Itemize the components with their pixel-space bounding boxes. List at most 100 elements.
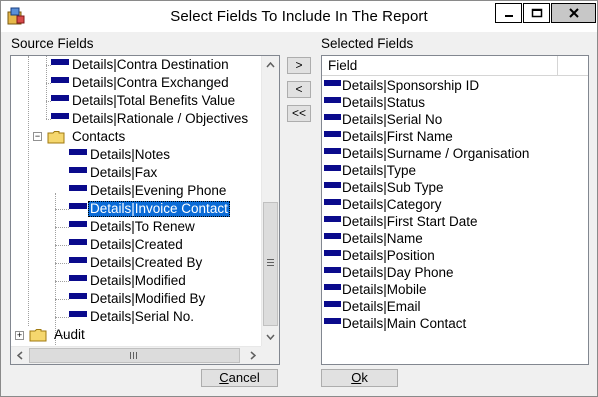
tree-item[interactable]: Details|Contra Destination xyxy=(51,56,231,74)
field-icon xyxy=(69,221,87,227)
tree-item[interactable]: Details|Fax xyxy=(69,164,159,182)
field-icon xyxy=(51,113,69,119)
maximize-button[interactable] xyxy=(523,3,550,23)
field-icon xyxy=(51,77,69,83)
field-icon xyxy=(324,164,341,171)
tree-folder-contacts[interactable]: Contacts xyxy=(47,128,127,146)
tree-item[interactable]: Details|Total Benefits Value xyxy=(51,92,237,110)
field-icon xyxy=(324,317,341,324)
field-icon xyxy=(324,215,341,222)
cancel-button[interactable]: Cancel xyxy=(201,369,278,387)
selected-fields-list[interactable]: Field Details|Sponsorship ID Details|Sta… xyxy=(321,55,589,365)
field-icon xyxy=(324,249,341,256)
remove-all-fields-button[interactable]: << xyxy=(287,105,311,122)
tree-line xyxy=(55,227,69,228)
horizontal-scroll-thumb[interactable] xyxy=(29,348,240,363)
remove-field-button[interactable]: < xyxy=(287,81,311,98)
report-fields-dialog: Select Fields To Include In The Report S… xyxy=(0,0,598,397)
grip-icon xyxy=(267,259,274,266)
tree-item[interactable]: Details|Modified xyxy=(69,272,188,290)
source-fields-label: Source Fields xyxy=(11,36,94,51)
chevron-down-icon xyxy=(266,334,275,340)
grip-icon xyxy=(130,352,137,359)
tree-horizontal-scrollbar[interactable] xyxy=(11,346,262,364)
close-icon xyxy=(568,8,579,18)
selected-fields-label: Selected Fields xyxy=(321,36,414,51)
field-icon xyxy=(69,149,87,155)
list-item[interactable]: Details|Sub Type xyxy=(324,179,444,196)
tree-line xyxy=(28,56,29,326)
tree-item[interactable]: Details|Contra Exchanged xyxy=(51,74,231,92)
field-icon xyxy=(69,203,87,209)
field-icon xyxy=(324,130,341,137)
tree-item[interactable]: Details|Created xyxy=(69,236,185,254)
maximize-icon xyxy=(531,8,542,18)
scroll-up-arrow[interactable] xyxy=(262,56,279,73)
ok-button[interactable]: Ok xyxy=(321,369,398,387)
source-fields-tree[interactable]: Details|Contra Destination Details|Contr… xyxy=(10,55,280,365)
list-item[interactable]: Details|Email xyxy=(324,298,421,315)
column-header-field[interactable]: Field xyxy=(322,56,558,76)
tree-item[interactable]: Details|To Renew xyxy=(69,218,197,236)
field-icon xyxy=(324,300,341,307)
list-item[interactable]: Details|Position xyxy=(324,247,435,264)
tree-line xyxy=(55,317,69,318)
tree-line xyxy=(55,263,69,264)
tree-item[interactable]: Details|Notes xyxy=(69,146,172,164)
expand-audit-toggle[interactable]: + xyxy=(15,331,24,340)
add-field-button[interactable]: > xyxy=(287,57,311,74)
field-icon xyxy=(324,181,341,188)
field-icon xyxy=(69,257,87,263)
field-icon xyxy=(69,185,87,191)
list-item[interactable]: Details|Type xyxy=(324,162,416,179)
column-header-empty xyxy=(558,56,588,76)
tree-item[interactable]: Details|Serial No. xyxy=(69,308,196,326)
list-item[interactable]: Details|First Name xyxy=(324,128,453,145)
list-item[interactable]: Details|Name xyxy=(324,230,423,247)
field-icon xyxy=(324,96,341,103)
list-item[interactable]: Details|Surname / Organisation xyxy=(324,145,529,162)
tree-item[interactable]: Details|Rationale / Objectives xyxy=(51,110,250,128)
scroll-left-arrow[interactable] xyxy=(11,347,28,364)
list-item[interactable]: Details|Sponsorship ID xyxy=(324,77,479,94)
close-button[interactable] xyxy=(551,3,596,23)
tree-vertical-scrollbar[interactable] xyxy=(261,56,279,346)
field-icon xyxy=(324,198,341,205)
list-item[interactable]: Details|Mobile xyxy=(324,281,427,298)
scroll-corner xyxy=(261,346,279,364)
scroll-down-arrow[interactable] xyxy=(262,328,279,345)
tree-item-selected[interactable]: Details|Invoice Contact xyxy=(69,200,230,218)
scroll-right-arrow[interactable] xyxy=(244,347,261,364)
list-item[interactable]: Details|Category xyxy=(324,196,442,213)
field-icon xyxy=(69,293,87,299)
list-item[interactable]: Details|Day Phone xyxy=(324,264,454,281)
chevron-left-icon xyxy=(16,351,22,360)
field-icon xyxy=(51,95,69,101)
list-item[interactable]: Details|Status xyxy=(324,94,425,111)
list-item[interactable]: Details|Main Contact xyxy=(324,315,466,332)
vertical-scroll-thumb[interactable] xyxy=(263,202,278,326)
chevron-right-icon xyxy=(250,351,256,360)
minimize-button[interactable] xyxy=(495,3,522,23)
list-item[interactable]: Details|Serial No xyxy=(324,111,442,128)
tree-item[interactable]: Details|Modified By xyxy=(69,290,207,308)
field-icon xyxy=(324,113,341,120)
tree-line xyxy=(55,209,69,210)
tree-line xyxy=(55,193,56,346)
field-icon xyxy=(51,59,69,65)
field-icon xyxy=(69,311,87,317)
field-icon xyxy=(324,283,341,290)
collapse-contacts-toggle[interactable]: − xyxy=(33,132,42,141)
minimize-icon xyxy=(504,15,513,17)
tree-line xyxy=(55,281,69,282)
folder-icon xyxy=(47,131,65,144)
chevron-up-icon xyxy=(266,61,275,67)
field-icon xyxy=(69,167,87,173)
tree-item[interactable]: Details|Created By xyxy=(69,254,204,272)
tree-item[interactable]: Details|Evening Phone xyxy=(69,182,228,200)
field-icon xyxy=(324,232,341,239)
field-icon xyxy=(324,79,341,86)
folder-icon xyxy=(29,329,47,342)
tree-folder-audit[interactable]: Audit xyxy=(29,326,87,344)
list-item[interactable]: Details|First Start Date xyxy=(324,213,478,230)
